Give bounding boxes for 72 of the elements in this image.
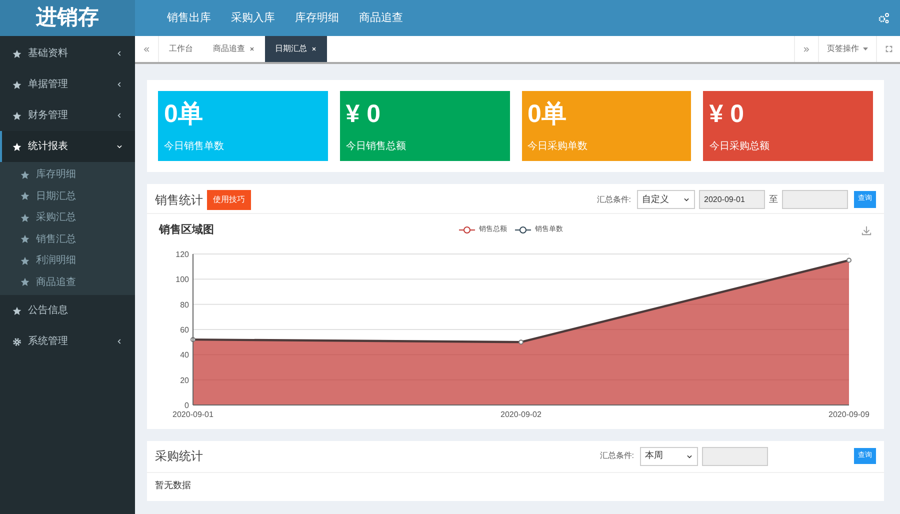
double-chevron-left-icon bbox=[143, 46, 150, 52]
chevron-down-icon bbox=[683, 196, 690, 203]
expand-icon bbox=[884, 45, 892, 53]
y-tick-label: 60 bbox=[180, 325, 189, 334]
download-icon[interactable] bbox=[861, 224, 872, 236]
y-tick-label: 20 bbox=[180, 375, 189, 384]
page-tab[interactable]: 商品追查 bbox=[203, 36, 265, 62]
y-tick-label: 100 bbox=[176, 274, 189, 284]
page-tab[interactable]: 日期汇总 bbox=[265, 36, 327, 62]
star-icon bbox=[20, 234, 30, 244]
nav-link[interactable]: 采购入库 bbox=[231, 10, 275, 26]
chart-title: 销售区域图 bbox=[159, 222, 215, 238]
page-tab[interactable]: 工作台 bbox=[159, 36, 203, 62]
close-icon[interactable] bbox=[249, 46, 255, 52]
nav-link[interactable]: 商品追查 bbox=[359, 10, 403, 26]
x-tick-label: 2020-09-02 bbox=[500, 410, 542, 418]
nav-link[interactable]: 销售出库 bbox=[167, 10, 211, 26]
tab-actions-button[interactable]: 页签操作 bbox=[818, 36, 876, 62]
submenu-item[interactable]: 利润明细 bbox=[0, 250, 135, 272]
caret-icon bbox=[863, 47, 868, 51]
y-tick-label: 0 bbox=[184, 400, 189, 410]
x-tick-label: 2020-09-09 bbox=[828, 410, 870, 418]
star-icon bbox=[20, 277, 30, 288]
x-tick-label: 2020-09-01 bbox=[172, 410, 214, 418]
empty-message: 暂无数据 bbox=[154, 478, 192, 492]
chevron-down-icon bbox=[686, 452, 693, 460]
gear-icon bbox=[12, 336, 22, 346]
sidebar-item[interactable]: 财务管理 bbox=[0, 100, 135, 131]
submenu-item[interactable]: 日期汇总 bbox=[0, 186, 135, 207]
y-tick-label: 40 bbox=[180, 350, 189, 360]
filter-select[interactable]: 自定义 bbox=[637, 190, 695, 209]
date-from-field[interactable]: 2020-09-01 bbox=[699, 190, 765, 209]
star-icon bbox=[20, 170, 30, 180]
stat-value: ¥ 0 bbox=[346, 99, 382, 130]
filter-select[interactable]: 本周 bbox=[640, 446, 698, 466]
stat-value: ¥ 0 bbox=[709, 99, 746, 130]
filter-label: 汇总条件: bbox=[596, 194, 631, 206]
panel-title: 采购统计 bbox=[155, 448, 203, 465]
filter-label: 汇总条件: bbox=[600, 450, 634, 462]
star-icon bbox=[12, 110, 22, 120]
date-from-field[interactable] bbox=[702, 446, 768, 466]
star-icon bbox=[12, 306, 22, 316]
double-chevron-right-icon bbox=[803, 46, 810, 52]
sidebar-item[interactable]: 系统管理 bbox=[0, 326, 135, 357]
sidebar-item[interactable]: 单据管理 bbox=[0, 69, 135, 100]
star-icon bbox=[20, 256, 30, 266]
submenu-item[interactable]: 销售汇总 bbox=[0, 228, 135, 250]
logo: 进销存 bbox=[0, 0, 135, 36]
y-tick-label: 120 bbox=[176, 250, 189, 258]
stat-value: 0单 bbox=[164, 99, 204, 130]
sidebar-item[interactable]: 基础资料 bbox=[0, 38, 135, 69]
submenu-item[interactable]: 库存明细 bbox=[0, 164, 135, 186]
stat-label: 今日采购总额 bbox=[709, 140, 770, 154]
nav-link[interactable]: 库存明细 bbox=[295, 10, 339, 26]
date-to-field[interactable] bbox=[782, 190, 848, 209]
star-icon bbox=[12, 142, 22, 152]
sidebar-item[interactable]: 统计报表 bbox=[0, 131, 135, 162]
stat-label: 今日采购单数 bbox=[528, 140, 588, 154]
star-icon bbox=[20, 212, 30, 223]
sidebar-item[interactable]: 公告信息 bbox=[0, 295, 135, 326]
y-tick-label: 80 bbox=[180, 300, 189, 309]
submenu-item[interactable]: 商品追查 bbox=[0, 272, 135, 293]
stat-value: 0单 bbox=[528, 99, 568, 130]
tips-button[interactable]: 使用技巧 bbox=[207, 190, 251, 210]
stat-label: 今日销售总额 bbox=[346, 140, 407, 154]
submenu-item[interactable]: 采购汇总 bbox=[0, 207, 135, 228]
star-icon bbox=[12, 48, 22, 58]
stat-label: 今日销售单数 bbox=[164, 140, 225, 154]
star-icon bbox=[12, 80, 22, 90]
panel-title: 销售统计 bbox=[155, 192, 203, 208]
star-icon bbox=[20, 191, 30, 202]
date-separator: 至 bbox=[769, 192, 778, 206]
